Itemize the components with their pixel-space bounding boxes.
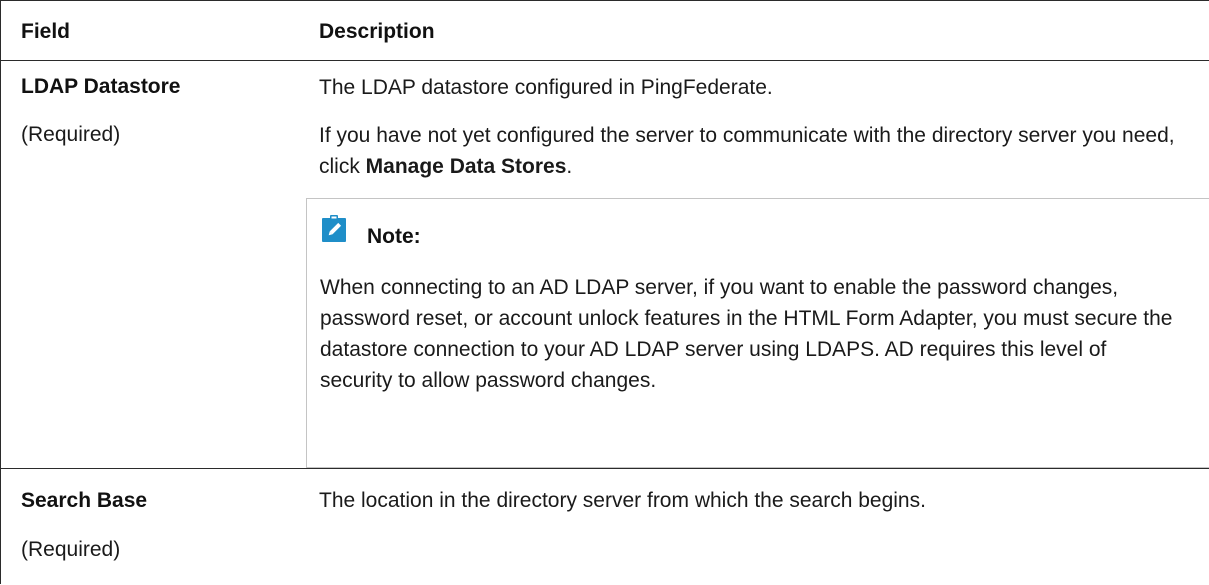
field-required-search-base: (Required) — [21, 538, 121, 561]
note-title: Note: — [367, 225, 421, 248]
header-description: Description — [319, 20, 435, 43]
manage-text-suffix: . — [566, 155, 573, 178]
table-row-ldap-datastore: LDAP Datastore (Required) The LDAP datas… — [1, 61, 1209, 469]
note-callout: Note: When connecting to an AD LDAP serv… — [306, 198, 1209, 468]
note-body: When connecting to an AD LDAP server, if… — [320, 276, 1173, 392]
field-name-search-base: Search Base — [21, 489, 148, 512]
pencil-note-icon — [322, 215, 346, 242]
header-field: Field — [21, 20, 71, 43]
description-ldap-datastore: The LDAP datastore configured in PingFed… — [319, 76, 773, 99]
table-row-search-base: Search Base (Required) The location in t… — [1, 469, 1209, 585]
field-required-ldap-datastore: (Required) — [21, 123, 121, 146]
description-search-base: The location in the directory server fro… — [319, 489, 926, 512]
field-name-ldap-datastore: LDAP Datastore — [21, 75, 181, 98]
fields-table: Field Description LDAP Datastore (Requir… — [0, 0, 1209, 584]
table-header-row: Field Description — [1, 1, 1209, 61]
manage-data-stores-label: Manage Data Stores — [365, 155, 567, 178]
description-ldap-datastore-manage: If you have not yet configured the serve… — [319, 120, 1199, 182]
